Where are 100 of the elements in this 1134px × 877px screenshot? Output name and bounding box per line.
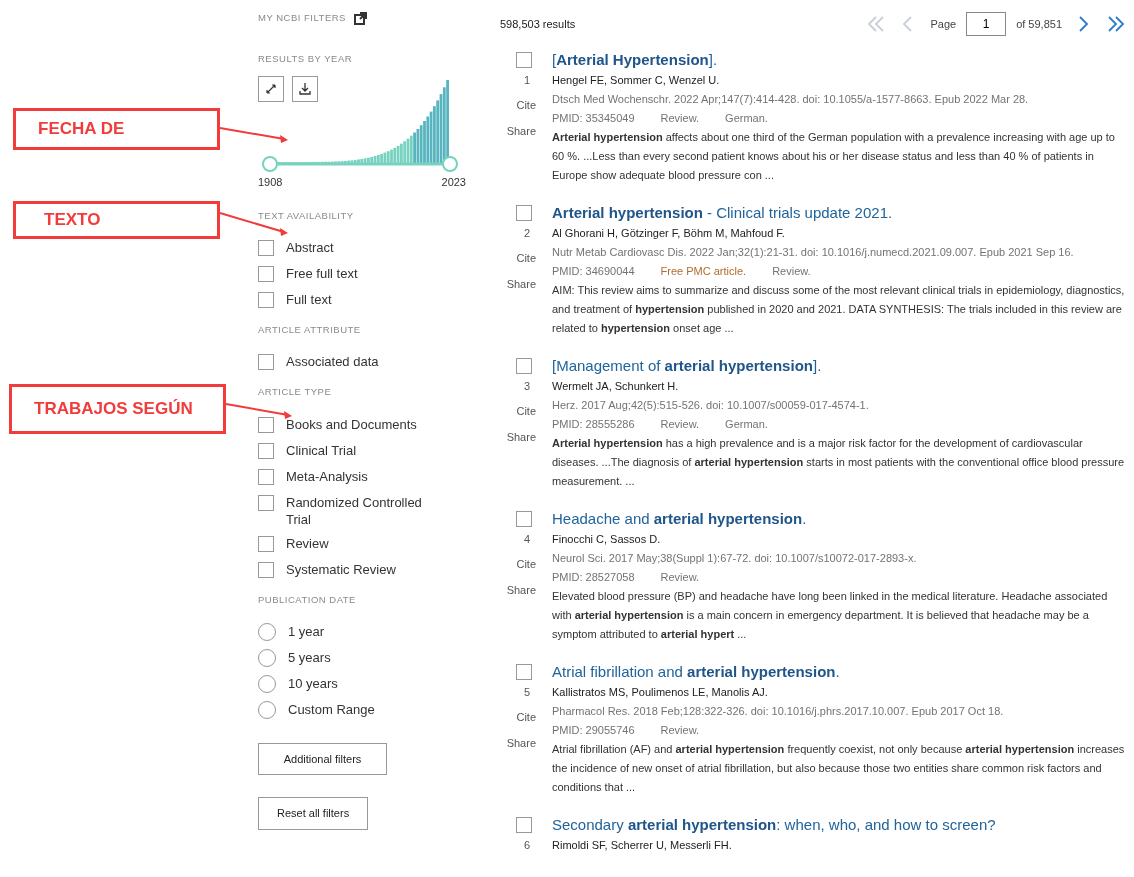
filter-button[interactable]: Additional filters [258,742,387,776]
abstract-snippet: Arterial hypertension affects about one third of the German population with a prevalence increasing with age up to 60 %. ...Less than every second patient knows about his or her disease status and less than 40 % of patients in Europe show adequate blood pressure con ... [552,130,1116,183]
checkbox[interactable] [258,494,274,511]
publication-tag: Review. [660,721,700,740]
citation: Neurol Sci. 2017 May;38(Suppl 1):67-72. doi: 10.1007/s10072-017-2893-x. [552,551,918,566]
option-label[interactable]: Review [286,534,329,552]
free-article-tag: Free PMC article. [660,262,747,281]
share-link[interactable]: Share [506,582,536,599]
callout-arrow [225,403,292,419]
slider-handle[interactable] [262,156,278,173]
page-input[interactable]: 1 [966,12,1007,36]
checkbox[interactable] [516,511,532,527]
pmid: PMID: 35345049 [552,111,635,126]
checkbox[interactable] [258,535,274,552]
expand-icon [264,82,278,97]
cite-link[interactable]: Cite [516,249,536,266]
option-label[interactable]: 1 year [288,622,325,640]
result-title[interactable]: [Arterial Hypertension]. [552,50,1126,70]
checkbox[interactable] [258,468,274,485]
abstract-snippet: AIM: This review aims to summarize and discuss some of the most relevant clinical trials in epidemiology, diagnostics, and treatment of hypertension published in 2020 and 2021. DATA SYNTHESIS: The trials included in this review are related to hypertension onset age ... [552,283,1126,336]
citation: Pharmacol Res. 2018 Feb;128:322-326. doi: 10.1016/j.phrs.2017.10.007. Epub 2017 Oct 18. [552,704,1005,719]
checkbox[interactable] [516,817,532,833]
checkbox[interactable] [516,52,532,68]
publication-tag: German. [725,109,768,128]
filter-button[interactable]: Reset all filters [258,797,369,830]
section-heading: MY NCBI FILTERS [258,10,346,25]
option-label[interactable]: Meta-Analysis [286,467,368,485]
publication-tag: Review. [660,415,700,434]
authors: Rimoldi SF, Scherrer U, Messerli FH. [552,838,733,853]
checkbox[interactable] [516,358,532,374]
checkbox[interactable] [258,354,274,371]
section-heading: PUBLICATION DATE [258,592,357,607]
result-title[interactable]: Headache and arterial hypertension. [552,509,1126,529]
authors: Kallistratos MS, Poulimenos LE, Manolis AJ. [552,685,769,700]
result-number: 2 [523,226,530,241]
publication-tag: Review. [772,262,811,281]
cite-link[interactable]: Cite [516,555,536,572]
option-label[interactable]: Free full text [286,265,358,282]
section-heading: ARTICLE ATTRIBUTE [258,323,362,337]
citation: Dtsch Med Wochenschr. 2022 Apr;147(7):414-428. doi: 10.1055/a-1577-8663. Epub 2022 Mar 28. [552,92,1030,107]
option-label[interactable]: Associated data [286,353,379,371]
external-link-icon [353,11,367,25]
option-label[interactable]: Full text [286,291,332,308]
share-link[interactable]: Share [506,123,536,140]
result-title[interactable]: Secondary arterial hypertension: when, who, and how to screen? [552,815,1126,835]
abstract-snippet: Elevated blood pressure (BP) and headache have long been linked in the medical literature. Headache associated with arterial hypertension is a main concern in emergency department. It is believed that headache may be a symptom attributed to arterial hypert ... [552,589,1109,642]
cite-link[interactable]: Cite [516,708,536,725]
download-button[interactable] [292,76,318,103]
callout-label: TEXTO [13,201,220,239]
share-link[interactable]: Share [506,735,536,752]
section-heading: TEXT AVAILABILITY [258,208,355,223]
slider-handle[interactable] [442,156,458,173]
result-number: 5 [523,685,530,700]
share-link[interactable]: Share [506,429,536,446]
callout-label: TRABAJOS SEGÚN [9,384,226,434]
result-title[interactable]: Atrial fibrillation and arterial hypertension. [552,662,1126,682]
authors: Al Ghorani H, Götzinger F, Böhm M, Mahfoud F. [552,226,786,241]
citation: Nutr Metab Cardiovasc Dis. 2022 Jan;32(1):21-31. doi: 10.1016/j.numecd.2021.09.007. Epub 2021 Sep 16. [552,245,1075,260]
checkbox[interactable] [258,240,274,256]
checkbox[interactable] [516,664,532,680]
cite-link[interactable]: Cite [516,96,536,113]
abstract-snippet: Arterial hypertension has a high prevalence and is a major risk factor for the development of cardiovascular diseases. ...The diagnosis of arterial hypertension starts in most patients with the conventional office blood pressure measurement. ... [552,436,1126,489]
checkbox[interactable] [258,416,274,433]
option-label[interactable]: Custom Range [288,700,375,718]
option-label[interactable]: Systematic Review [286,560,396,578]
publication-tag: Review. [660,109,700,128]
checkbox[interactable] [516,205,532,221]
publication-tag: Review. [660,568,700,587]
cite-link[interactable]: Cite [516,402,536,419]
result-number: 4 [523,532,530,547]
callout-arrow [219,127,288,143]
abstract-snippet: Atrial fibrillation (AF) and arterial hypertension frequently coexist, not only because arterial hypertension increases the incidence of new onset of atrial fibrillation, but also because those two entities share common risk factors and conditions that ... [552,742,1126,795]
share-link[interactable]: Share [506,276,536,293]
option-label[interactable]: Books and Documents [286,415,417,433]
publication-tag: German. [725,415,768,434]
result-title[interactable]: [Management of arterial hypertension]. [552,356,1126,376]
checkbox[interactable] [258,292,274,308]
pmid: PMID: 28527058 [552,570,635,585]
result-number: 3 [523,379,530,394]
option-label[interactable]: Randomized Controlled Trial [286,493,446,528]
year-label: 1908 [258,175,283,191]
pmid: PMID: 28555286 [552,417,635,432]
download-icon [298,82,312,97]
option-label[interactable]: 10 years [288,674,338,692]
option-label[interactable]: Abstract [286,239,334,256]
pmid: PMID: 34690044 [552,264,635,279]
result-title[interactable]: Arterial hypertension - Clinical trials update 2021. [552,203,1126,223]
checkbox[interactable] [258,442,274,459]
result-number: 1 [523,73,530,88]
checkbox[interactable] [258,266,274,282]
expand-button[interactable] [258,76,284,103]
option-label[interactable]: Clinical Trial [286,441,357,459]
authors: Hengel FE, Sommer C, Wenzel U. [552,73,721,88]
year-label: 2023 [441,175,466,191]
result-number: 6 [523,838,530,853]
checkbox[interactable] [258,561,274,578]
option-label[interactable]: 5 years [288,648,331,666]
page-label: Page [930,16,957,32]
callout-arrow [219,212,288,236]
authors: Wermelt JA, Schunkert H. [552,379,680,394]
